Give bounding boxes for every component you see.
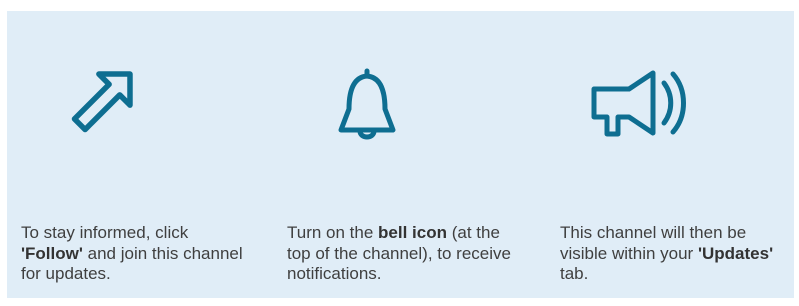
arrow-up-right-icon — [41, 43, 161, 163]
megaphone-icon — [574, 43, 694, 163]
info-panel: To stay informed, click 'Follow' and joi… — [7, 11, 794, 298]
step-bell-text: Turn on the bell icon (at the top of the… — [287, 223, 511, 283]
step-updates-text: This channel will then be visible within… — [560, 223, 774, 283]
step-follow: To stay informed, click 'Follow' and joi… — [21, 11, 261, 298]
step-follow-text: To stay informed, click 'Follow' and joi… — [21, 223, 243, 283]
bell-icon — [308, 43, 428, 163]
step-bell: Turn on the bell icon (at the top of the… — [287, 11, 527, 298]
step-updates: This channel will then be visible within… — [560, 11, 790, 298]
